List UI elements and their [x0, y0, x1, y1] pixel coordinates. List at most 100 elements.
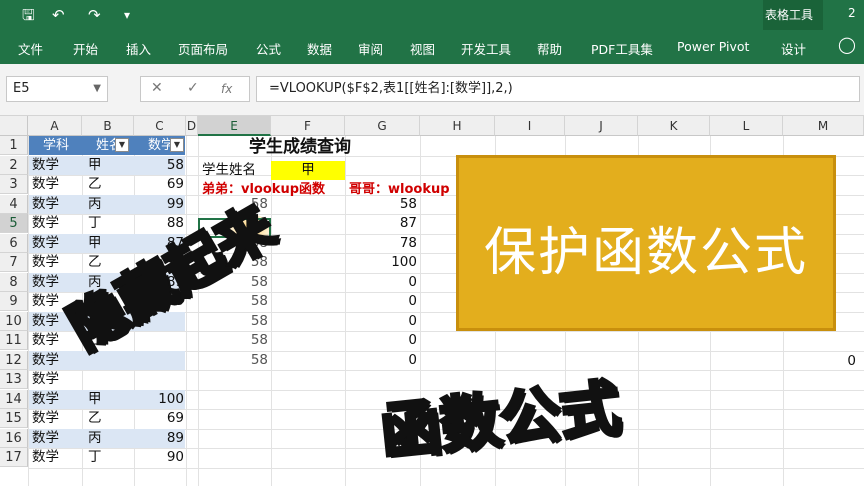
row-header-3[interactable]: 3: [0, 175, 28, 194]
column-header-a[interactable]: A: [28, 116, 82, 136]
tab-view[interactable]: 视图: [410, 39, 435, 58]
tab-file[interactable]: 文件: [18, 39, 43, 58]
column-header-i[interactable]: I: [495, 116, 565, 136]
cell-name[interactable]: 丁: [88, 214, 134, 233]
column-header-g[interactable]: G: [345, 116, 420, 136]
row-header-15[interactable]: 15: [0, 409, 28, 428]
cell-subject[interactable]: 数学: [32, 351, 82, 370]
row-header-9[interactable]: 9: [0, 292, 28, 311]
cell-subject[interactable]: 数学: [32, 390, 82, 409]
cell-name[interactable]: 丙: [88, 429, 134, 448]
cell-subject[interactable]: 数学: [32, 253, 82, 272]
cell-name[interactable]: 乙: [88, 175, 134, 194]
tab-power-pivot[interactable]: Power Pivot: [677, 39, 749, 54]
cell-g-result[interactable]: 78: [345, 234, 419, 253]
column-header-l[interactable]: L: [710, 116, 783, 136]
column-header-f[interactable]: F: [271, 116, 345, 136]
filter-dropdown-icon[interactable]: ▼: [170, 138, 184, 152]
cell-g-result[interactable]: 0: [345, 351, 419, 370]
row-header-13[interactable]: 13: [0, 370, 28, 389]
cell-score[interactable]: 100: [134, 390, 186, 409]
cell-e-result[interactable]: 58: [198, 331, 270, 350]
cell-score[interactable]: 69: [134, 175, 186, 194]
tab-help[interactable]: 帮助: [537, 39, 562, 58]
row-header-4[interactable]: 4: [0, 194, 28, 214]
row-header-16[interactable]: 16: [0, 428, 28, 448]
cell-name[interactable]: [88, 370, 134, 389]
tab-home[interactable]: 开始: [73, 39, 98, 58]
cell-name[interactable]: 丁: [88, 448, 134, 467]
row-header-2[interactable]: 2: [0, 155, 28, 175]
cell-name[interactable]: 甲: [88, 156, 134, 175]
column-header-h[interactable]: H: [420, 116, 495, 136]
name-box[interactable]: E5 ▼: [6, 76, 108, 102]
cell-name[interactable]: 甲: [88, 390, 134, 409]
row-header-14[interactable]: 14: [0, 389, 28, 409]
tab-design[interactable]: 设计: [781, 39, 806, 58]
column-header-k[interactable]: K: [638, 116, 710, 136]
cell-m12[interactable]: 0: [800, 352, 858, 371]
cell-score[interactable]: [134, 370, 186, 389]
row-header-10[interactable]: 10: [0, 311, 28, 331]
cell-subject[interactable]: 数学: [32, 195, 82, 214]
cell-e-result[interactable]: 58: [198, 351, 270, 370]
cell-e-result[interactable]: 58: [198, 312, 270, 331]
redo-icon[interactable]: ↷: [88, 5, 101, 25]
column-header-j[interactable]: J: [565, 116, 638, 136]
cell-g-result[interactable]: 0: [345, 273, 419, 292]
customize-icon[interactable]: ▾: [124, 5, 130, 25]
cell-g-result[interactable]: 0: [345, 331, 419, 350]
cell-g-result[interactable]: 58: [345, 195, 419, 214]
cell-g-result[interactable]: 0: [345, 292, 419, 311]
row-header-1[interactable]: 1: [0, 136, 28, 155]
formula-input[interactable]: =VLOOKUP($F$2,表1[[姓名]:[数学]],2,): [256, 76, 860, 102]
save-icon[interactable]: 🖫: [22, 5, 35, 25]
chevron-down-icon[interactable]: ▼: [93, 77, 101, 101]
cell-subject[interactable]: 数学: [32, 370, 82, 389]
undo-icon[interactable]: ↶: [52, 5, 65, 25]
row-header-6[interactable]: 6: [0, 233, 28, 253]
cell-score[interactable]: 58: [134, 156, 186, 175]
tab-page-layout[interactable]: 页面布局: [178, 39, 228, 58]
filter-dropdown-icon[interactable]: ▼: [115, 138, 129, 152]
cell-g-result[interactable]: 0: [345, 312, 419, 331]
cell-subject[interactable]: 数学: [32, 234, 82, 253]
lightbulb-icon[interactable]: ◯: [838, 35, 856, 54]
cell-subject[interactable]: 数学: [32, 448, 82, 467]
cell-subject[interactable]: 数学: [32, 175, 82, 194]
row-header-12[interactable]: 12: [0, 350, 28, 370]
column-header-m[interactable]: M: [783, 116, 864, 136]
row-header-17[interactable]: 17: [0, 448, 28, 467]
cell-g-result[interactable]: 87: [345, 214, 419, 233]
cell-name[interactable]: 乙: [88, 409, 134, 428]
cell-subject[interactable]: 数学: [32, 156, 82, 175]
select-all-corner[interactable]: [0, 116, 28, 136]
row-header-11[interactable]: 11: [0, 331, 28, 350]
tab-data[interactable]: 数据: [307, 39, 332, 58]
tab-insert[interactable]: 插入: [126, 39, 151, 58]
cell-name[interactable]: 丙: [88, 195, 134, 214]
cell-subject[interactable]: 数学: [32, 409, 82, 428]
column-header-e[interactable]: E: [198, 116, 271, 136]
column-header-b[interactable]: B: [82, 116, 134, 136]
insert-function-icon[interactable]: fx: [221, 82, 232, 96]
column-header-c[interactable]: C: [134, 116, 186, 136]
cell-subject[interactable]: 数学: [32, 429, 82, 448]
column-header-d[interactable]: D: [186, 116, 198, 136]
enter-icon[interactable]: ✓: [187, 80, 199, 96]
row-header-7[interactable]: 7: [0, 253, 28, 272]
tab-pdf-tools[interactable]: PDF工具集: [591, 39, 653, 58]
cell-score[interactable]: 89: [134, 429, 186, 448]
cell-subject[interactable]: 数学: [32, 214, 82, 233]
cell-score[interactable]: 90: [134, 448, 186, 467]
cell-score[interactable]: 99: [134, 195, 186, 214]
row-header-8[interactable]: 8: [0, 272, 28, 292]
row-header-5[interactable]: 5: [0, 214, 28, 233]
cell-score[interactable]: 69: [134, 409, 186, 428]
tab-formulas[interactable]: 公式: [256, 39, 281, 58]
tab-review[interactable]: 审阅: [358, 39, 383, 58]
cell-g-result[interactable]: 100: [345, 253, 419, 272]
cell-name[interactable]: 甲: [88, 234, 134, 253]
cancel-icon[interactable]: ✕: [151, 80, 163, 96]
cell-score[interactable]: [134, 351, 186, 370]
